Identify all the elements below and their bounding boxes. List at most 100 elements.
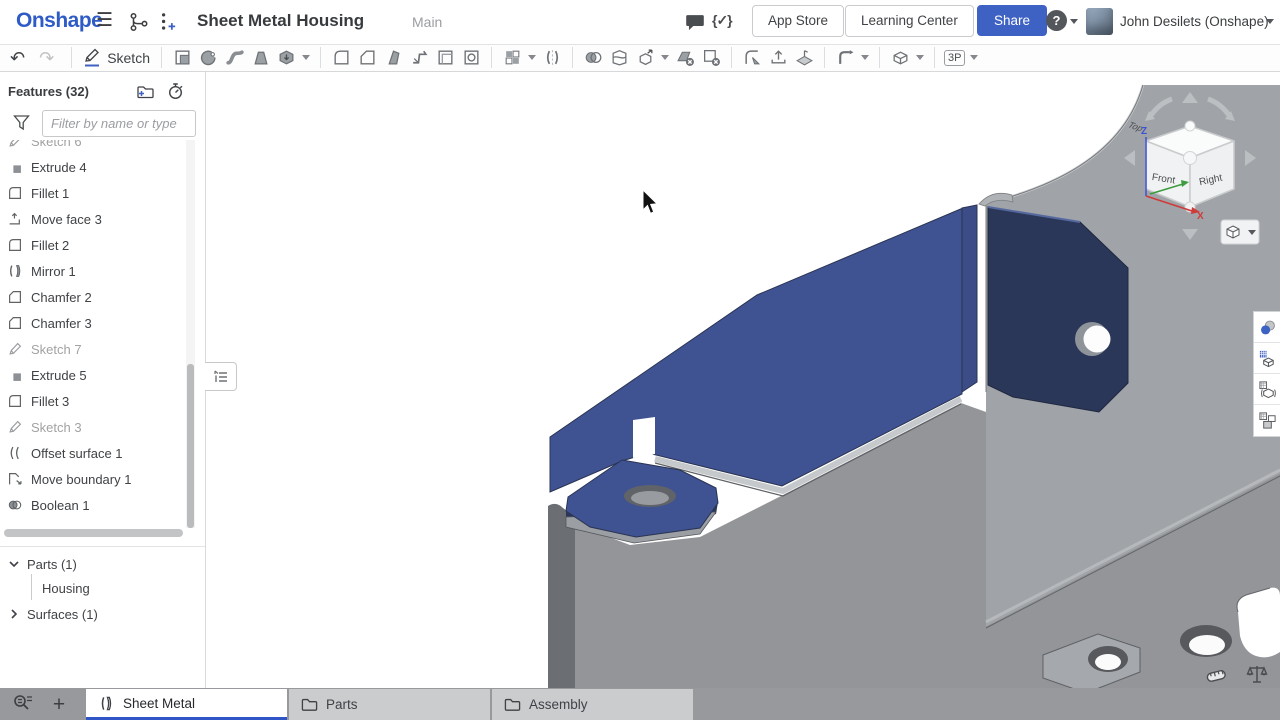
feature-item[interactable]: Fillet 2 — [0, 232, 186, 258]
transform-dropdown[interactable] — [658, 46, 672, 70]
new-folder-icon[interactable] — [136, 82, 155, 101]
user-menu[interactable]: John Desilets (Onshape) — [1120, 14, 1269, 29]
insert-version-icon[interactable] — [157, 11, 179, 33]
chevron-right-icon[interactable] — [8, 608, 20, 620]
part-item-housing[interactable]: Housing — [0, 576, 247, 600]
user-dropdown-caret[interactable] — [1266, 19, 1274, 24]
help-dropdown-caret[interactable] — [1070, 19, 1078, 24]
main-menu-icon[interactable]: ☰ — [96, 9, 113, 32]
feature-item[interactable]: Offset surface 1 — [0, 440, 186, 466]
add-tab-button[interactable]: + — [48, 693, 70, 717]
cube-corner[interactable] — [1185, 121, 1195, 131]
thicken-dropdown[interactable] — [299, 46, 313, 70]
vertical-scrollbar-thumb[interactable] — [187, 364, 194, 528]
surfaces-header-label: Surfaces (1) — [27, 607, 98, 622]
rib-tool[interactable] — [406, 46, 432, 70]
filter-input[interactable] — [42, 110, 196, 137]
rollback-icon — [213, 369, 229, 385]
rollback-history-icon[interactable] — [166, 81, 186, 101]
feature-item[interactable]: Chamfer 2 — [0, 284, 186, 310]
flatten-sheet-tool[interactable] — [791, 46, 817, 70]
onshape-app: Onshape ☰ Sheet Metal Housing Main {✓} A… — [0, 0, 1280, 720]
comment-icon[interactable] — [684, 12, 706, 34]
document-title[interactable]: Sheet Metal Housing — [197, 11, 364, 31]
hole-tool[interactable] — [458, 46, 484, 70]
feature-script-icon[interactable]: {✓} — [712, 12, 732, 29]
z-axis-label: Z — [1141, 126, 1147, 137]
delete-part-tool[interactable] — [698, 46, 724, 70]
section-view-panel-button[interactable] — [1254, 374, 1280, 405]
mirror-tool[interactable] — [539, 46, 565, 70]
sheet-metal-model-tool[interactable] — [887, 46, 913, 70]
feature-item[interactable]: Fillet 3 — [0, 388, 186, 414]
feature-item[interactable]: Mirror 1 — [0, 258, 186, 284]
flange-return-strip[interactable] — [962, 205, 977, 392]
tab-parts[interactable]: Parts — [289, 689, 490, 720]
feature-item[interactable]: Boolean 1 — [0, 492, 186, 518]
feature-item[interactable]: Sketch 6 — [0, 140, 186, 154]
rollback-bar-handle[interactable] — [205, 362, 237, 391]
branch-name[interactable]: Main — [412, 14, 442, 30]
three-point-dropdown[interactable] — [967, 46, 981, 70]
version-tree-icon[interactable] — [128, 11, 150, 33]
sheet-metal-flange-tool[interactable] — [832, 46, 858, 70]
delete-face-tool[interactable] — [672, 46, 698, 70]
mass-properties-icon[interactable] — [1245, 663, 1269, 687]
configurations-panel-button[interactable] — [1254, 405, 1280, 436]
named-views-panel-button[interactable] — [1254, 343, 1280, 374]
measure-icon[interactable] — [1204, 663, 1228, 687]
feature-item[interactable]: Move face 3 — [0, 206, 186, 232]
feature-item[interactable]: Sketch 3 — [0, 414, 186, 440]
manage-tabs-icon[interactable] — [12, 693, 34, 715]
filter-icon[interactable] — [13, 114, 30, 131]
feature-item[interactable]: Extrude 5 — [0, 362, 186, 388]
chevron-down-icon[interactable] — [8, 558, 20, 570]
horizontal-scrollbar[interactable] — [4, 529, 183, 537]
sweep-tool[interactable] — [221, 46, 247, 70]
feature-item[interactable]: Extrude 4 — [0, 154, 186, 180]
parts-section-header[interactable]: Parts (1) — [0, 552, 205, 576]
graphics-area[interactable]: Top Front Right Z X — [205, 72, 1280, 688]
cube-corner[interactable] — [1184, 152, 1197, 165]
sheet-metal-dropdown[interactable] — [913, 46, 927, 70]
revolve-tool[interactable] — [195, 46, 221, 70]
loft-tool[interactable] — [247, 46, 273, 70]
learning-center-button[interactable]: Learning Center — [845, 5, 974, 37]
feature-item[interactable]: Chamfer 3 — [0, 310, 186, 336]
share-button[interactable]: Share — [977, 5, 1047, 36]
transform-tool[interactable] — [632, 46, 658, 70]
shell-tool[interactable] — [432, 46, 458, 70]
onshape-logo[interactable]: Onshape — [16, 9, 102, 33]
flange-dropdown[interactable] — [858, 46, 872, 70]
app-store-button[interactable]: App Store — [752, 5, 844, 37]
export-flat-tool[interactable] — [765, 46, 791, 70]
fillet-tool[interactable] — [328, 46, 354, 70]
part-name-label: Housing — [42, 581, 90, 596]
feature-item[interactable]: Fillet 1 — [0, 180, 186, 206]
feature-item[interactable]: Sketch 7 — [0, 336, 186, 362]
extrude-tool[interactable] — [169, 46, 195, 70]
redo-button[interactable]: ↷ — [39, 49, 54, 67]
tab-sheet-metal[interactable]: Sheet Metal — [86, 689, 287, 720]
tab-assembly[interactable]: Assembly — [492, 689, 693, 720]
three-point-tool[interactable]: 3P — [942, 46, 967, 70]
undo-button[interactable]: ↶ — [10, 49, 25, 67]
boolean-tool[interactable] — [580, 46, 606, 70]
housing-left-edge-face[interactable] — [548, 504, 575, 688]
surfaces-section-header[interactable]: Surfaces (1) — [0, 602, 205, 626]
modify-fillet-tool[interactable] — [739, 46, 765, 70]
view-options-button[interactable] — [1221, 220, 1259, 244]
measure-tools — [1204, 663, 1269, 687]
sep — [731, 47, 732, 68]
avatar[interactable] — [1086, 8, 1113, 35]
linear-pattern-tool[interactable] — [499, 46, 525, 70]
appearance-panel-button[interactable] — [1254, 312, 1280, 343]
thicken-tool[interactable] — [273, 46, 299, 70]
split-tool[interactable] — [606, 46, 632, 70]
draft-tool[interactable] — [380, 46, 406, 70]
pattern-dropdown[interactable] — [525, 46, 539, 70]
sketch-button[interactable]: Sketch — [83, 48, 150, 68]
help-button[interactable]: ? — [1046, 10, 1067, 31]
chamfer-tool[interactable] — [354, 46, 380, 70]
feature-item[interactable]: Move boundary 1 — [0, 466, 186, 492]
